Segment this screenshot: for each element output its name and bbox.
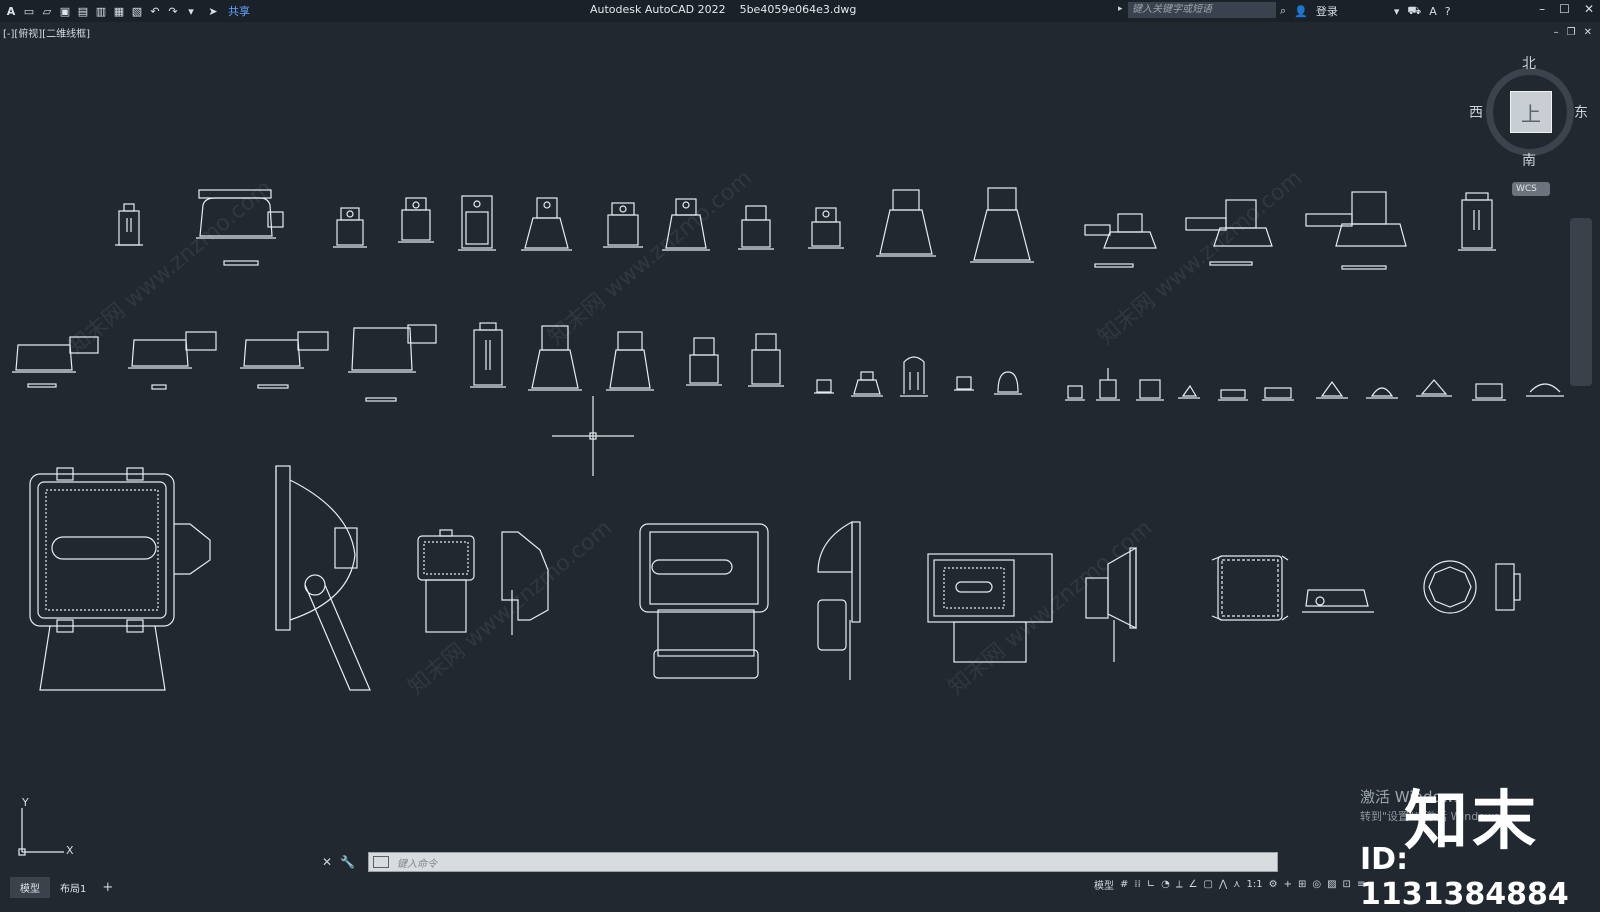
ucs-icon: Y X: [14, 796, 84, 864]
clean-screen-icon[interactable]: ⊡: [1343, 879, 1351, 890]
command-customize-icon[interactable]: 🔧: [340, 855, 355, 869]
status-bar: 模型 # ⁞⁞ ∟ ◔ ⟂ ∠ ▢ ⋀ ⋏ 1:1 ⚙ + ⊞ ◎ ▨ ⊡ ≡: [1094, 877, 1365, 892]
command-line[interactable]: 键入命令: [368, 852, 1278, 872]
hardware-acceleration-icon[interactable]: ▨: [1327, 879, 1336, 890]
snap-icon[interactable]: ⁞⁞: [1134, 879, 1140, 890]
tab-layout1[interactable]: 布局1: [50, 877, 96, 898]
customization-menu-icon[interactable]: ≡: [1357, 879, 1365, 890]
grid-icon[interactable]: #: [1120, 879, 1128, 890]
viewcube[interactable]: 上 北 南 西 东: [1469, 56, 1588, 169]
ucs-y-label: Y: [22, 796, 29, 809]
command-input[interactable]: 键入命令: [397, 855, 437, 870]
command-close-icon[interactable]: ✕: [322, 855, 332, 869]
polar-tracking-icon[interactable]: ◔: [1161, 879, 1170, 890]
compass-north-label[interactable]: 北: [1522, 53, 1536, 73]
annotation-visibility-icon[interactable]: ⋀: [1219, 879, 1227, 890]
ortho-icon[interactable]: ∟: [1147, 879, 1155, 890]
tab-model[interactable]: 模型: [10, 876, 50, 898]
drawing-canvas[interactable]: [0, 0, 1600, 900]
command-line-tools: ✕ 🔧: [322, 855, 355, 869]
model-space-button[interactable]: 模型: [1094, 877, 1114, 892]
wcs-menu-button[interactable]: WCS: [1512, 182, 1550, 196]
annotation-monitor-icon[interactable]: +: [1284, 879, 1292, 890]
recent-commands-icon[interactable]: [373, 856, 389, 868]
annotation-scale-icon[interactable]: ⋏: [1233, 879, 1240, 890]
workspace-gear-icon[interactable]: ⚙: [1269, 879, 1278, 890]
crosshair-cursor: [552, 396, 634, 476]
object-snap-icon[interactable]: ▢: [1204, 879, 1213, 890]
add-layout-button[interactable]: +: [96, 880, 119, 895]
compass-east-label[interactable]: 东: [1574, 102, 1588, 122]
lamp-elevation-row-1: [115, 187, 1496, 270]
lamp-elevation-row-2: [12, 322, 1564, 402]
floodlight-row: [29, 465, 1521, 691]
units-icon[interactable]: ⊞: [1298, 879, 1306, 890]
compass-west-label[interactable]: 西: [1469, 102, 1483, 122]
compass-south-label[interactable]: 南: [1522, 150, 1536, 170]
annotation-scale-value[interactable]: 1:1: [1247, 879, 1263, 890]
isolate-objects-icon[interactable]: ◎: [1312, 879, 1321, 890]
ucs-x-label: X: [66, 844, 74, 857]
isodraft-icon[interactable]: ⟂: [1176, 879, 1183, 890]
viewcube-top-face[interactable]: 上: [1510, 91, 1552, 133]
object-snap-tracking-icon[interactable]: ∠: [1189, 879, 1198, 890]
navigation-bar[interactable]: [1570, 218, 1592, 386]
